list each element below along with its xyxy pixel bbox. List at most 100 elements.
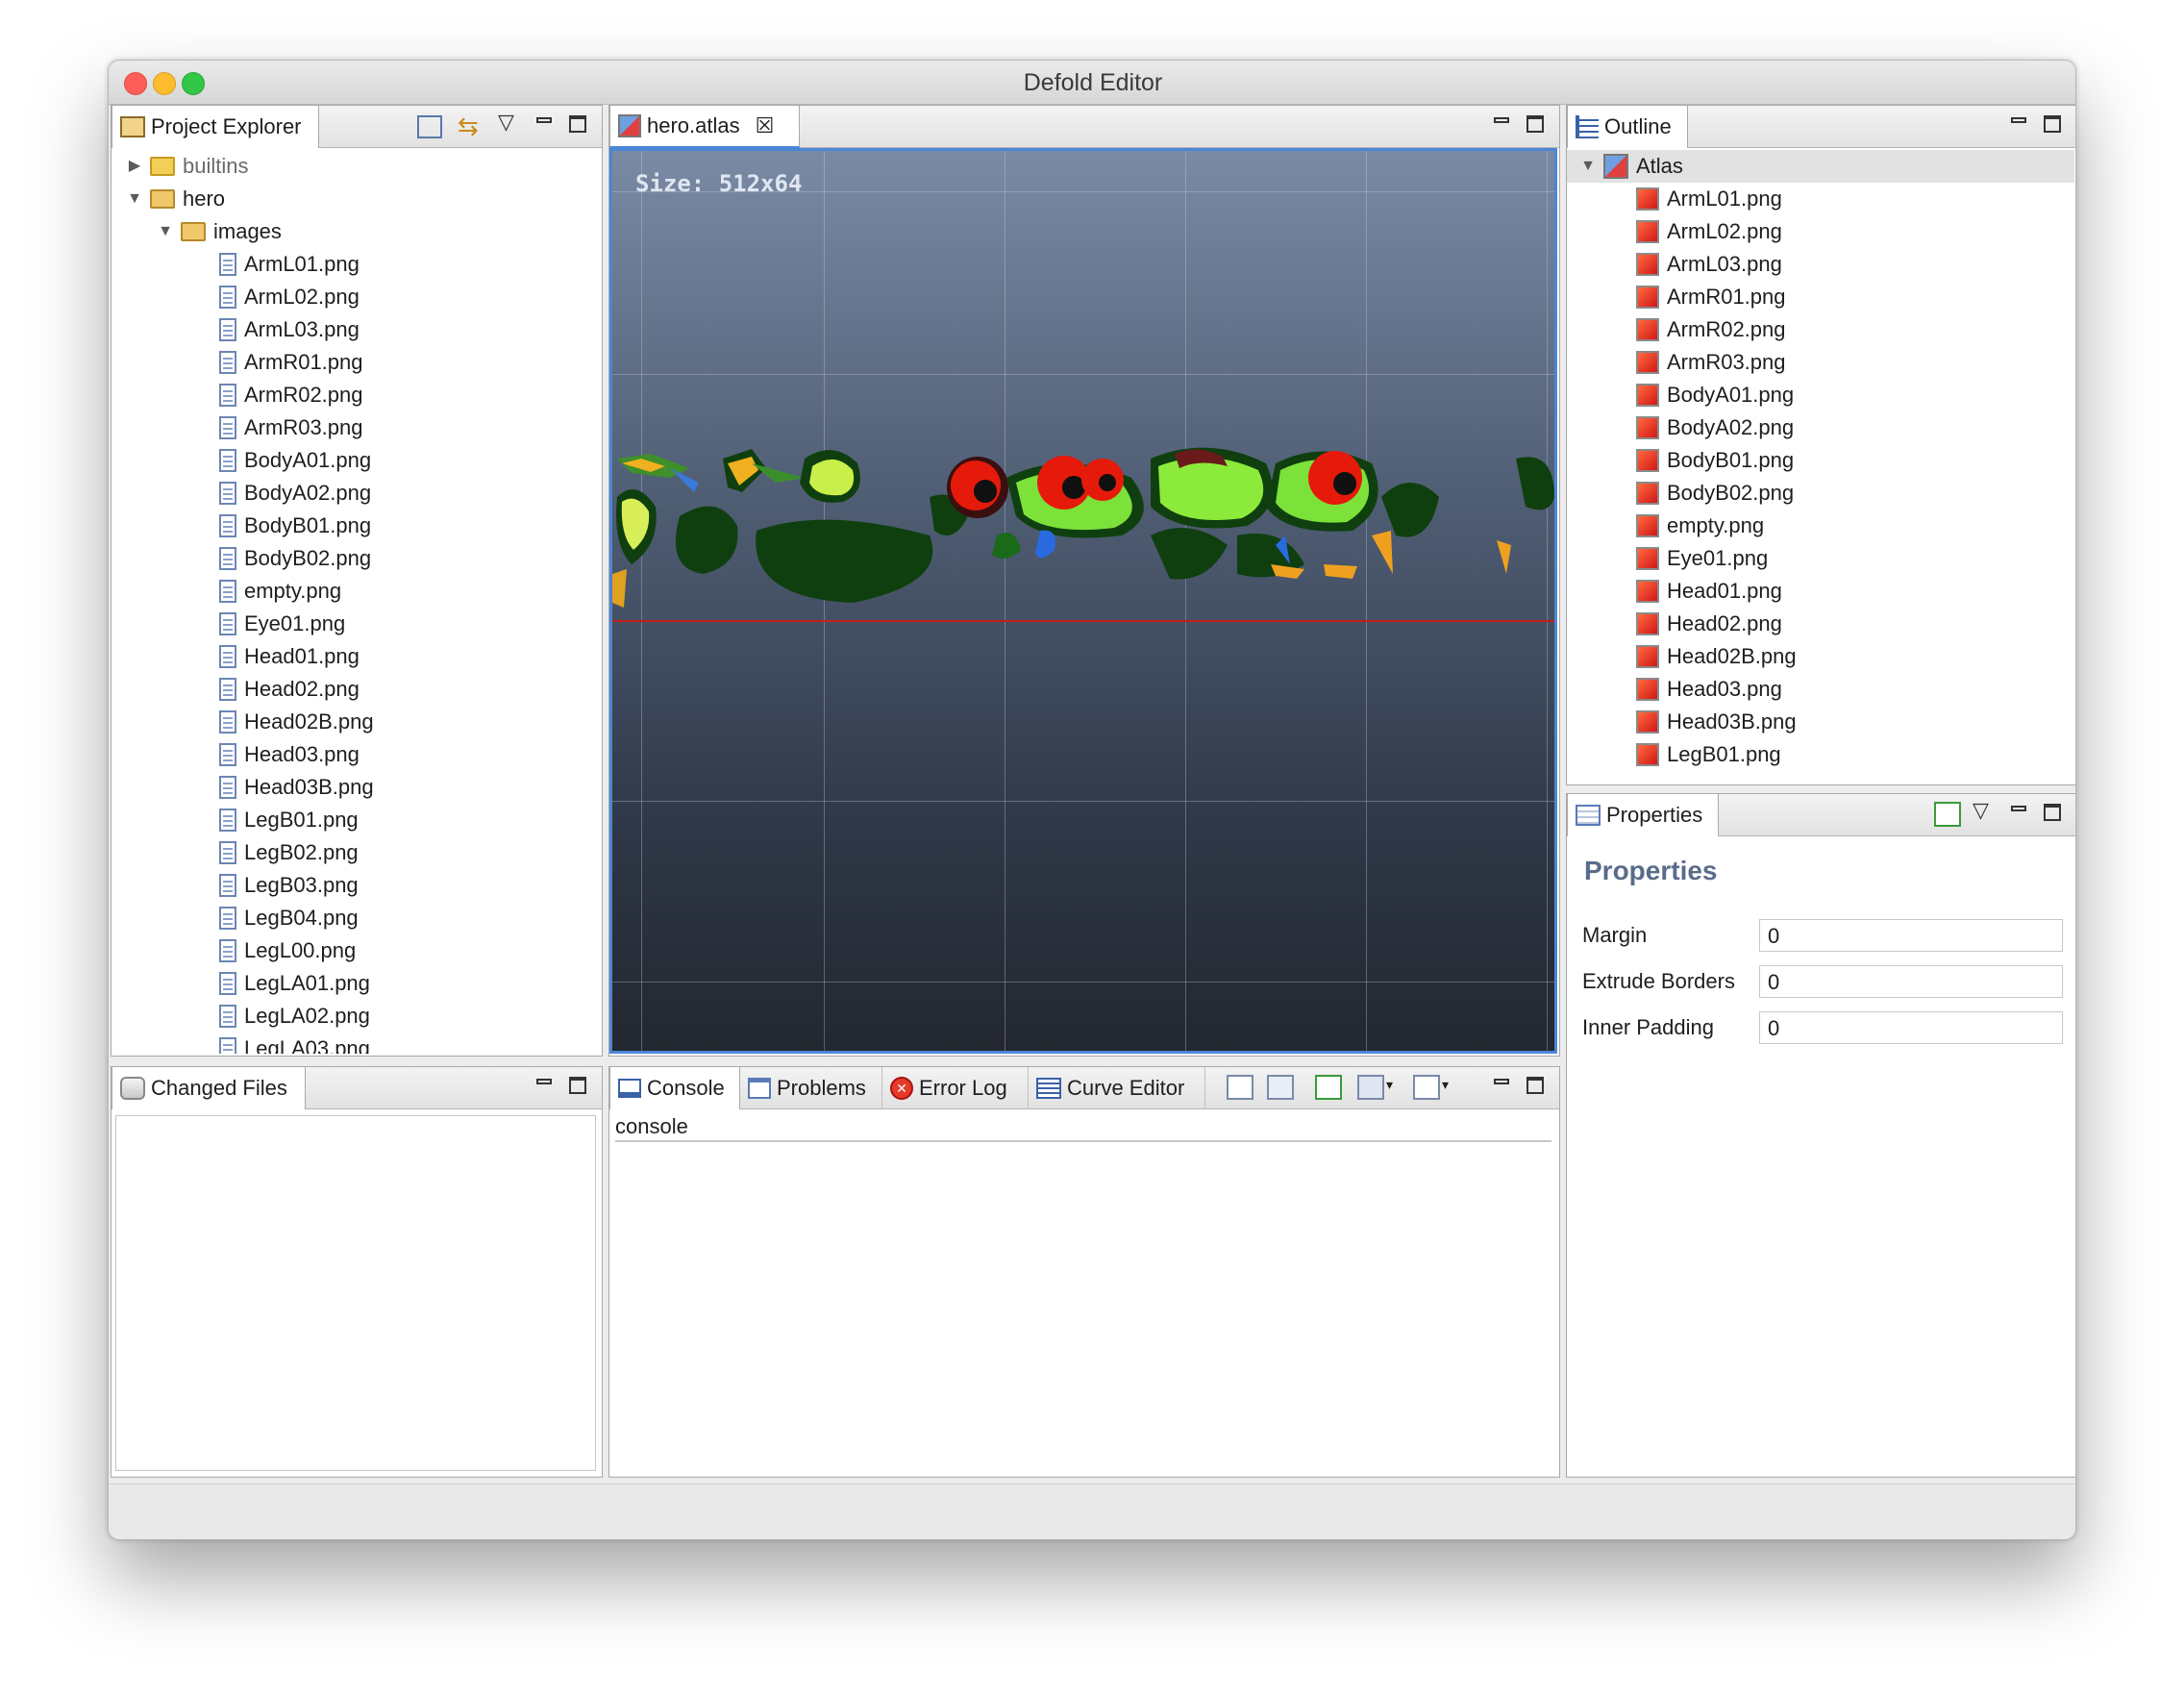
outline-image-item[interactable]: BodyB01.png xyxy=(1636,444,1794,477)
changed-files-list[interactable] xyxy=(115,1115,596,1471)
expanded-triangle-icon[interactable]: ▼ xyxy=(158,215,173,248)
maximize-icon[interactable] xyxy=(565,113,590,137)
tree-file-item[interactable]: LegL00.png xyxy=(188,934,356,967)
outline-root-atlas[interactable]: ▼ Atlas xyxy=(1567,150,2074,183)
margin-field[interactable]: 0 xyxy=(1759,919,2063,952)
outline-image-item[interactable]: empty.png xyxy=(1636,510,1764,542)
outline-image-item[interactable]: ArmR01.png xyxy=(1636,281,1786,313)
outline-image-item[interactable]: ArmL01.png xyxy=(1636,183,1782,215)
tree-item-label: BodyA02.png xyxy=(244,481,372,505)
minimize-icon[interactable] xyxy=(1490,113,1515,137)
tree-file-item[interactable]: empty.png xyxy=(188,575,341,608)
tree-file-item[interactable]: BodyB02.png xyxy=(188,542,371,575)
tree-file-item[interactable]: Head03B.png xyxy=(188,771,374,804)
tree-file-item[interactable]: ArmR01.png xyxy=(188,346,363,379)
tab-changed-files[interactable]: Changed Files xyxy=(112,1067,306,1109)
minimize-icon[interactable] xyxy=(533,1075,558,1098)
maximize-icon[interactable] xyxy=(1523,113,1548,137)
tree-file-item[interactable]: LegB01.png xyxy=(188,804,359,836)
maximize-icon[interactable] xyxy=(2040,802,2065,825)
display-console-icon[interactable] xyxy=(1357,1075,1384,1100)
tree-file-item[interactable]: ArmL01.png xyxy=(188,248,360,281)
outline-image-item[interactable]: ArmL02.png xyxy=(1636,215,1782,248)
display-console-dropdown-icon[interactable]: ▾ xyxy=(1386,1077,1393,1093)
close-tab-icon[interactable]: ☒ xyxy=(756,113,775,138)
tree-file-item[interactable]: Head03.png xyxy=(188,738,360,771)
outline-image-item[interactable]: ArmR02.png xyxy=(1636,313,1786,346)
tab-outline[interactable]: Outline xyxy=(1567,106,1688,148)
view-menu-icon[interactable]: ▽ xyxy=(498,110,514,135)
tree-file-item[interactable]: BodyA02.png xyxy=(188,477,371,510)
maximize-icon[interactable] xyxy=(1523,1075,1548,1098)
eye-and-body-sprites xyxy=(930,456,1144,559)
tree-folder-item[interactable]: ▼ hero xyxy=(127,183,225,215)
outline-image-item[interactable]: BodyA02.png xyxy=(1636,411,1794,444)
outline-image-item[interactable]: Eye01.png xyxy=(1636,542,1768,575)
tab-error-log[interactable]: ✕ Error Log xyxy=(882,1067,1029,1109)
link-with-editor-icon[interactable]: ⇆ xyxy=(458,112,479,141)
tree-file-item[interactable]: LegB02.png xyxy=(188,836,359,869)
outline-image-item[interactable]: BodyA01.png xyxy=(1636,379,1794,411)
tab-curve-editor[interactable]: Curve Editor xyxy=(1029,1067,1205,1109)
extrude-borders-field[interactable]: 0 xyxy=(1759,965,2063,998)
outline-image-item[interactable]: Head01.png xyxy=(1636,575,1782,608)
tree-file-item[interactable]: LegLA03.png xyxy=(188,1033,370,1054)
tree-folder-item[interactable]: ▶ builtins xyxy=(127,150,249,183)
tree-file-item[interactable]: Eye01.png xyxy=(188,608,345,640)
maximize-icon[interactable] xyxy=(565,1075,590,1098)
tree-file-item[interactable]: ArmR03.png xyxy=(188,411,363,444)
project-tree: ▶ builtins ▼ hero ▼ images ArmL01.png ArmL02.pn… xyxy=(112,148,600,1054)
file-icon xyxy=(219,547,236,570)
outline-image-item[interactable]: Head02.png xyxy=(1636,608,1782,640)
expanded-triangle-icon[interactable]: ▼ xyxy=(1580,150,1596,183)
tree-file-item[interactable]: ArmL02.png xyxy=(188,281,360,313)
tree-file-item[interactable]: Head02B.png xyxy=(188,706,374,738)
tree-file-item[interactable]: LegB03.png xyxy=(188,869,359,902)
tree-file-item[interactable]: Head01.png xyxy=(188,640,360,673)
minimize-icon[interactable] xyxy=(1490,1075,1515,1098)
tree-file-item[interactable]: ArmR02.png xyxy=(188,379,363,411)
outline-image-item[interactable]: BodyB02.png xyxy=(1636,477,1794,510)
tree-file-item[interactable]: BodyB01.png xyxy=(188,510,371,542)
open-console-dropdown-icon[interactable]: ▾ xyxy=(1442,1077,1449,1093)
pin-console-icon[interactable] xyxy=(1315,1075,1342,1100)
tree-file-item[interactable]: LegLA01.png xyxy=(188,967,370,1000)
tab-label: Curve Editor xyxy=(1067,1076,1185,1100)
tab-console[interactable]: Console xyxy=(609,1067,740,1109)
inner-padding-field[interactable]: 0 xyxy=(1759,1011,2063,1044)
atlas-canvas[interactable]: Size: 512x64 xyxy=(609,148,1557,1054)
tree-file-item[interactable]: LegB04.png xyxy=(188,902,359,934)
tree-file-item[interactable]: ArmL03.png xyxy=(188,313,360,346)
minimize-icon[interactable] xyxy=(533,113,558,137)
collapsed-triangle-icon[interactable]: ▶ xyxy=(127,150,142,183)
collapse-all-icon[interactable] xyxy=(417,115,442,138)
tab-project-explorer[interactable]: Project Explorer xyxy=(112,106,319,148)
tab-properties[interactable]: Properties xyxy=(1567,794,1719,836)
outline-image-item[interactable]: Head03B.png xyxy=(1636,706,1797,738)
outline-root-label: Atlas xyxy=(1636,154,1683,178)
tree-file-item[interactable]: BodyA01.png xyxy=(188,444,371,477)
tab-problems[interactable]: Problems xyxy=(740,1067,882,1109)
outline-image-item[interactable]: Head03.png xyxy=(1636,673,1782,706)
scroll-lock-icon[interactable] xyxy=(1267,1075,1294,1100)
console-icon xyxy=(618,1079,641,1098)
expanded-triangle-icon[interactable]: ▼ xyxy=(127,183,142,215)
minimize-icon[interactable] xyxy=(2007,802,2032,825)
outline-image-item[interactable]: LegB01.png xyxy=(1636,738,1781,771)
tab-label: Error Log xyxy=(919,1076,1007,1100)
outline-image-item[interactable]: ArmR03.png xyxy=(1636,346,1786,379)
outline-image-item[interactable]: ArmL03.png xyxy=(1636,248,1782,281)
view-menu-icon[interactable]: ▽ xyxy=(1973,798,1989,823)
pin-properties-icon[interactable] xyxy=(1934,802,1961,827)
tree-file-item[interactable]: Head02.png xyxy=(188,673,360,706)
minimize-icon[interactable] xyxy=(2007,113,2032,137)
tree-folder-item[interactable]: ▼ images xyxy=(158,215,282,248)
maximize-icon[interactable] xyxy=(2040,113,2065,137)
open-console-icon[interactable] xyxy=(1413,1075,1440,1100)
tree-file-item[interactable]: LegLA02.png xyxy=(188,1000,370,1033)
outline-tabbar: Outline xyxy=(1567,106,2075,148)
console-output[interactable] xyxy=(615,1146,1551,1471)
clear-console-icon[interactable] xyxy=(1227,1075,1253,1100)
tab-hero-atlas[interactable]: hero.atlas ☒ xyxy=(609,106,800,148)
outline-image-item[interactable]: Head02B.png xyxy=(1636,640,1797,673)
